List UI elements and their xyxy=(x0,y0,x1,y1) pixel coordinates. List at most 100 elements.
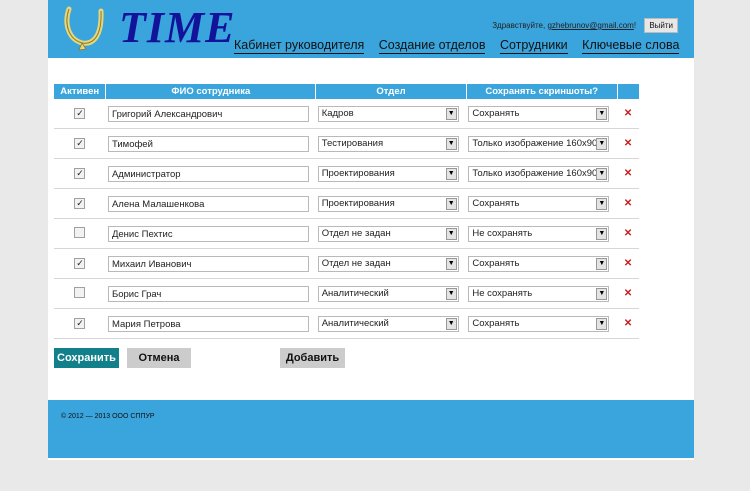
nav-item-create-departments[interactable]: Создание отделов xyxy=(378,38,486,54)
name-cell: Денис Пехтис xyxy=(105,218,316,249)
screenshots-select[interactable]: Сохранять ▼ xyxy=(468,105,610,122)
chevron-down-icon[interactable]: ▼ xyxy=(445,317,457,330)
department-select[interactable]: Тестирования ▼ xyxy=(317,135,459,152)
column-header-name: ФИО сотрудника xyxy=(105,84,316,99)
employee-name-input[interactable]: Михаил Иванович xyxy=(107,255,309,272)
page-container: TIME Здравствуйте, gzhebrunov@gmail.com!… xyxy=(48,0,694,460)
department-cell: Проектирования ▼ xyxy=(315,188,467,219)
active-checkbox[interactable]: ✓ xyxy=(74,198,86,209)
chevron-down-icon[interactable]: ▼ xyxy=(445,227,457,240)
nav-item-manager-cabinet[interactable]: Кабинет руководителя xyxy=(234,38,365,54)
name-cell: Григорий Александрович xyxy=(105,99,316,129)
screenshots-value: Сохранять xyxy=(472,257,520,269)
active-cell: ✓ xyxy=(54,248,106,279)
chevron-down-icon[interactable]: ▼ xyxy=(445,107,457,120)
department-value: Аналитический xyxy=(321,287,389,299)
screenshots-select[interactable]: Не сохранять ▼ xyxy=(468,285,610,302)
active-checkbox[interactable] xyxy=(74,286,86,298)
chevron-down-icon[interactable]: ▼ xyxy=(445,197,457,210)
delete-icon[interactable]: ✕ xyxy=(624,138,632,149)
table-header-row: Активен ФИО сотрудника Отдел Сохранять с… xyxy=(54,84,639,99)
chevron-down-icon[interactable]: ▼ xyxy=(596,107,608,120)
cancel-button[interactable]: Отмена xyxy=(127,348,191,368)
delete-icon[interactable]: ✕ xyxy=(624,198,632,209)
employee-name-input[interactable]: Администратор xyxy=(107,165,309,182)
chevron-down-icon[interactable]: ▼ xyxy=(596,137,608,150)
delete-icon[interactable]: ✕ xyxy=(624,108,632,119)
chevron-down-icon[interactable]: ▼ xyxy=(445,137,457,150)
delete-icon[interactable]: ✕ xyxy=(624,318,632,329)
chevron-down-icon[interactable]: ▼ xyxy=(596,257,608,270)
delete-cell: ✕ xyxy=(617,128,639,159)
chevron-down-icon[interactable]: ▼ xyxy=(596,227,608,240)
nav-item-keywords[interactable]: Ключевые слова xyxy=(582,38,680,54)
chevron-down-icon[interactable]: ▼ xyxy=(596,167,608,180)
logo-text: TIME xyxy=(119,3,236,52)
delete-icon[interactable]: ✕ xyxy=(624,288,632,299)
table-body: ✓ Григорий Александрович Кадров ▼ Сохранять ▼… xyxy=(54,99,639,339)
chevron-down-icon[interactable]: ▼ xyxy=(596,287,608,300)
department-select[interactable]: Кадров ▼ xyxy=(317,105,459,122)
table-row: ✓ Администратор Проектирования ▼ Только изоб… xyxy=(54,158,639,189)
main-nav: Кабинет руководителя Создание отделов Со… xyxy=(234,38,680,54)
department-value: Проектирования xyxy=(321,167,395,179)
screenshots-cell: Сохранять ▼ xyxy=(466,99,618,129)
chevron-down-icon[interactable]: ▼ xyxy=(445,287,457,300)
delete-cell: ✕ xyxy=(617,188,639,219)
screenshots-cell: Сохранять ▼ xyxy=(466,188,618,219)
save-button[interactable]: Сохранить xyxy=(54,348,119,368)
active-checkbox[interactable]: ✓ xyxy=(74,318,86,329)
screenshots-value: Только изображение 160x90 xyxy=(472,137,598,149)
chevron-down-icon[interactable]: ▼ xyxy=(596,317,608,330)
screenshots-select[interactable]: Сохранять ▼ xyxy=(468,315,610,332)
delete-icon[interactable]: ✕ xyxy=(624,258,632,269)
screenshots-select[interactable]: Не сохранять ▼ xyxy=(468,225,610,242)
active-checkbox[interactable]: ✓ xyxy=(74,168,86,179)
screenshots-select[interactable]: Только изображение 160x90 ▼ xyxy=(468,165,610,182)
active-checkbox[interactable]: ✓ xyxy=(74,138,86,149)
active-checkbox[interactable] xyxy=(74,226,86,238)
name-cell: Борис Грач xyxy=(105,278,316,309)
screenshots-cell: Не сохранять ▼ xyxy=(466,278,618,309)
screenshots-cell: Не сохранять ▼ xyxy=(466,218,618,249)
employee-name-input[interactable]: Тимофей xyxy=(107,135,309,152)
department-select[interactable]: Аналитический ▼ xyxy=(317,315,459,332)
department-select[interactable]: Отдел не задан ▼ xyxy=(317,225,459,242)
table-row: Борис Грач Аналитический ▼ Не сохранять ▼ ✕ xyxy=(54,278,639,309)
department-select[interactable]: Проектирования ▼ xyxy=(317,195,459,212)
employee-name-input[interactable]: Алена Малашенкова xyxy=(107,195,309,212)
department-select[interactable]: Отдел не задан ▼ xyxy=(317,255,459,272)
active-cell: ✓ xyxy=(54,158,106,189)
active-cell: ✓ xyxy=(54,99,106,129)
screenshots-select[interactable]: Сохранять ▼ xyxy=(468,195,610,212)
delete-icon[interactable]: ✕ xyxy=(624,228,632,239)
screenshots-select[interactable]: Сохранять ▼ xyxy=(468,255,610,272)
screenshots-select[interactable]: Только изображение 160x90 ▼ xyxy=(468,135,610,152)
employee-name-input[interactable]: Борис Грач xyxy=(107,285,309,302)
chevron-down-icon[interactable]: ▼ xyxy=(596,197,608,210)
department-select[interactable]: Аналитический ▼ xyxy=(317,285,459,302)
user-email-link[interactable]: gzhebrunov@gmail.com xyxy=(547,21,633,30)
screenshots-value: Сохранять xyxy=(472,317,520,329)
column-header-department: Отдел xyxy=(315,84,467,99)
employee-name-input[interactable]: Григорий Александрович xyxy=(107,105,309,122)
nav-item-employees[interactable]: Сотрудники xyxy=(499,38,568,54)
column-header-screenshots: Сохранять скриншоты? xyxy=(465,84,618,99)
name-cell: Алена Малашенкова xyxy=(105,188,316,219)
logo[interactable]: TIME xyxy=(62,3,236,53)
department-cell: Кадров ▼ xyxy=(315,99,467,129)
horseshoe-icon xyxy=(64,6,104,51)
chevron-down-icon[interactable]: ▼ xyxy=(445,167,457,180)
department-value: Отдел не задан xyxy=(321,257,391,269)
employee-name-input[interactable]: Мария Петрова xyxy=(107,315,309,332)
table-row: ✓ Тимофей Тестирования ▼ Только изображение … xyxy=(54,128,639,159)
department-cell: Отдел не задан ▼ xyxy=(315,218,467,249)
department-select[interactable]: Проектирования ▼ xyxy=(317,165,459,182)
logout-button[interactable]: Выйти xyxy=(644,18,678,33)
add-button[interactable]: Добавить xyxy=(280,348,345,368)
active-checkbox[interactable]: ✓ xyxy=(74,108,86,119)
chevron-down-icon[interactable]: ▼ xyxy=(445,257,457,270)
employee-name-input[interactable]: Денис Пехтис xyxy=(107,225,309,242)
delete-icon[interactable]: ✕ xyxy=(624,168,632,179)
active-checkbox[interactable]: ✓ xyxy=(74,258,86,269)
